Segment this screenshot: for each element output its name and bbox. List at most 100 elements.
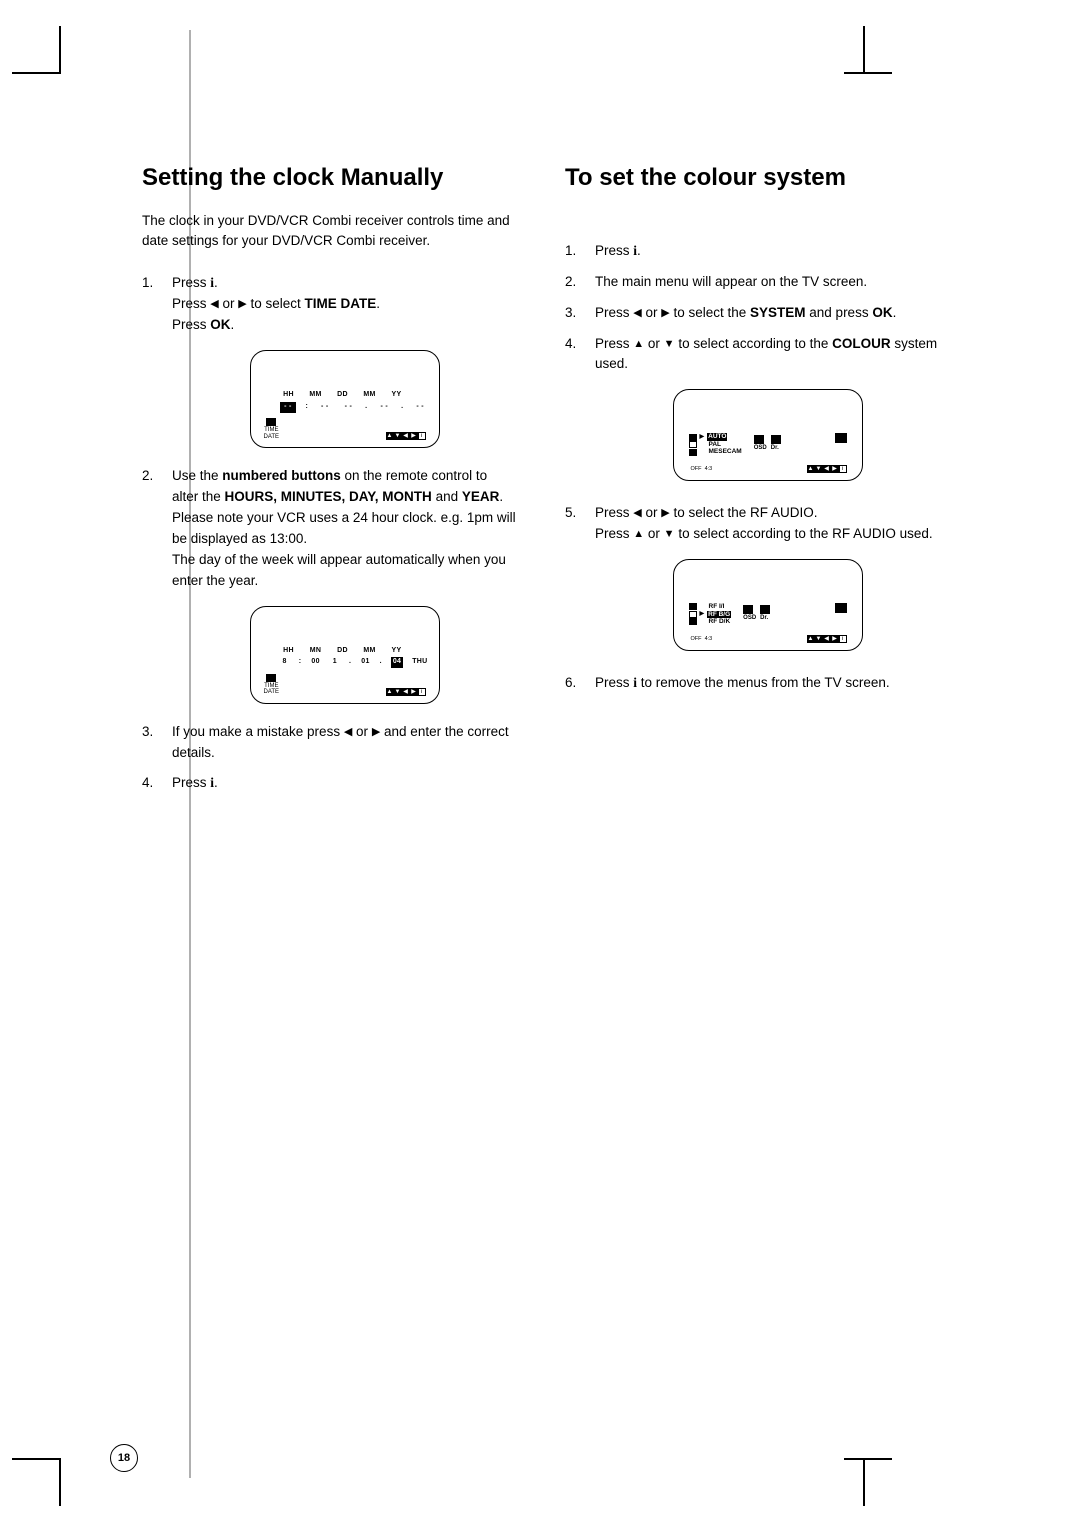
hdr-yy: YY <box>388 646 406 657</box>
colour-step-2: The main menu will appear on the TV scre… <box>565 272 940 293</box>
nav-left-icon: ◀ <box>402 688 410 696</box>
sep: . <box>349 657 351 668</box>
text: Press <box>172 275 210 290</box>
nav-keys: ▲ ▼ ◀ ▶ i <box>807 635 847 643</box>
text: If you make a mistake press <box>172 724 344 739</box>
foot-43: 4:3 <box>705 466 713 472</box>
heading-colour-system: To set the colour system <box>565 164 940 193</box>
text: to select the RF AUDIO. <box>670 505 818 520</box>
text: Press <box>595 526 633 541</box>
lbl-dr: Dr. <box>771 444 781 453</box>
page-number: 18 <box>110 1444 138 1472</box>
nav-i-icon: i <box>418 688 426 696</box>
menu-icon <box>689 441 697 448</box>
clock-intro: The clock in your DVD/VCR Combi receiver… <box>142 211 517 252</box>
foot-off: OFF <box>691 636 702 642</box>
text: . <box>893 305 897 320</box>
nav-i-icon: i <box>418 432 426 440</box>
text: or <box>642 305 662 320</box>
heading-setting-clock: Setting the clock Manually <box>142 164 517 193</box>
nav-right-icon: ▶ <box>831 465 839 473</box>
osd-icon <box>743 605 753 614</box>
sep: . <box>380 657 382 668</box>
item-rf-bg: RF B/G <box>707 611 731 618</box>
val-mn: 00 <box>310 657 320 668</box>
text: to select according to the <box>675 336 833 351</box>
right-arrow-icon: ▶ <box>700 434 705 441</box>
osd-footer: TIME DATE ▲ ▼ ◀ ▶ i <box>264 674 426 696</box>
clock-value-row: - - : - - - - . - - . - - <box>262 402 428 413</box>
lbl-osd: OSD <box>743 614 756 623</box>
right-column: To set the colour system Press i. The ma… <box>565 164 940 804</box>
osd-footer: OFF 4:3 ▲ ▼ ◀ ▶ i <box>691 635 847 644</box>
bold-ok: OK <box>872 305 892 320</box>
menu-icon <box>689 603 697 610</box>
osd-system-rf: RF I/I ▶RF B/G RF D/K OSD Dr. OFF 4:3 <box>673 559 863 651</box>
foot-43: 4:3 <box>705 636 713 642</box>
item-rf-ii: RF I/I <box>709 603 725 610</box>
bold-hmdmy: HOURS, MINUTES, DAY, MONTH <box>225 489 432 504</box>
osd-system-colour: ▶AUTO PAL MESECAM OSD Dr. OFF 4:3 <box>673 389 863 481</box>
text: Press <box>172 296 210 311</box>
nav-up-icon: ▲ <box>386 432 394 440</box>
clock-step-4: Press i. <box>142 773 517 794</box>
sep: : <box>305 402 308 413</box>
colour-step-3: Press ◀ or ▶ to select the SYSTEM and pr… <box>565 303 940 324</box>
dr-icon <box>760 605 770 614</box>
bold-colour: COLOUR <box>832 336 891 351</box>
text: and <box>432 489 462 504</box>
text: or <box>644 336 664 351</box>
nav-down-icon: ▼ <box>815 465 823 473</box>
hdr-yy: YY <box>388 390 406 401</box>
down-arrow-icon: ▼ <box>664 526 675 543</box>
text: Press <box>595 675 633 690</box>
val-mm: - - <box>317 402 332 413</box>
item-auto: AUTO <box>707 433 727 440</box>
note-day-auto: The day of the week will appear automati… <box>172 552 506 588</box>
crop-mark <box>844 1458 892 1460</box>
left-arrow-icon: ◀ <box>344 724 352 741</box>
text: . <box>376 296 380 311</box>
hdr-mm: MM <box>307 390 325 401</box>
lbl-osd: OSD <box>754 444 767 453</box>
item-rf-dk: RF D/K <box>709 618 731 625</box>
nav-i-icon: i <box>839 465 847 473</box>
sep: . <box>401 402 404 413</box>
osd-right-icon <box>835 433 847 455</box>
nav-down-icon: ▼ <box>394 688 402 696</box>
note-24h: Please note your VCR uses a 24 hour cloc… <box>172 510 516 546</box>
nav-right-icon: ▶ <box>831 635 839 643</box>
crop-mark <box>844 72 892 74</box>
text: . <box>214 775 218 790</box>
lbl-date: DATE <box>264 689 280 695</box>
bold-numbered-buttons: numbered buttons <box>222 468 341 483</box>
crop-mark <box>12 1458 60 1460</box>
osd-content: HH MM DD MM YY - - : - - - - . - - <box>262 390 428 413</box>
osd-clock-filled: HH MN DD MM YY 8 : 00 1 . 01 <box>250 606 440 704</box>
nav-left-icon: ◀ <box>823 635 831 643</box>
val-dd: - - <box>341 402 356 413</box>
menu-icon <box>689 434 697 441</box>
text: to select <box>247 296 305 311</box>
osd-right-icon <box>835 603 847 625</box>
hdr-mn: MN <box>307 646 325 657</box>
osd-left-list: ▶AUTO PAL MESECAM <box>689 433 742 455</box>
osd-content: HH MN DD MM YY 8 : 00 1 . 01 <box>262 646 428 669</box>
right-arrow-icon: ▶ <box>700 611 705 618</box>
text: Press <box>595 243 633 258</box>
text: to select according to the RF AUDIO used… <box>675 526 933 541</box>
text: Press <box>595 505 633 520</box>
text: Use the <box>172 468 222 483</box>
right-arrow-icon: ▶ <box>238 296 246 313</box>
osd-mid-icons: OSD Dr. <box>737 603 770 625</box>
sep: : <box>299 657 302 668</box>
up-arrow-icon: ▲ <box>633 336 644 353</box>
text: to select the <box>670 305 750 320</box>
text: . <box>214 275 218 290</box>
bold-ok: OK <box>210 317 230 332</box>
val-yy: - - <box>413 402 428 413</box>
left-arrow-icon: ◀ <box>633 505 641 522</box>
text: . <box>637 243 641 258</box>
left-arrow-icon: ◀ <box>210 296 218 313</box>
nav-up-icon: ▲ <box>386 688 394 696</box>
